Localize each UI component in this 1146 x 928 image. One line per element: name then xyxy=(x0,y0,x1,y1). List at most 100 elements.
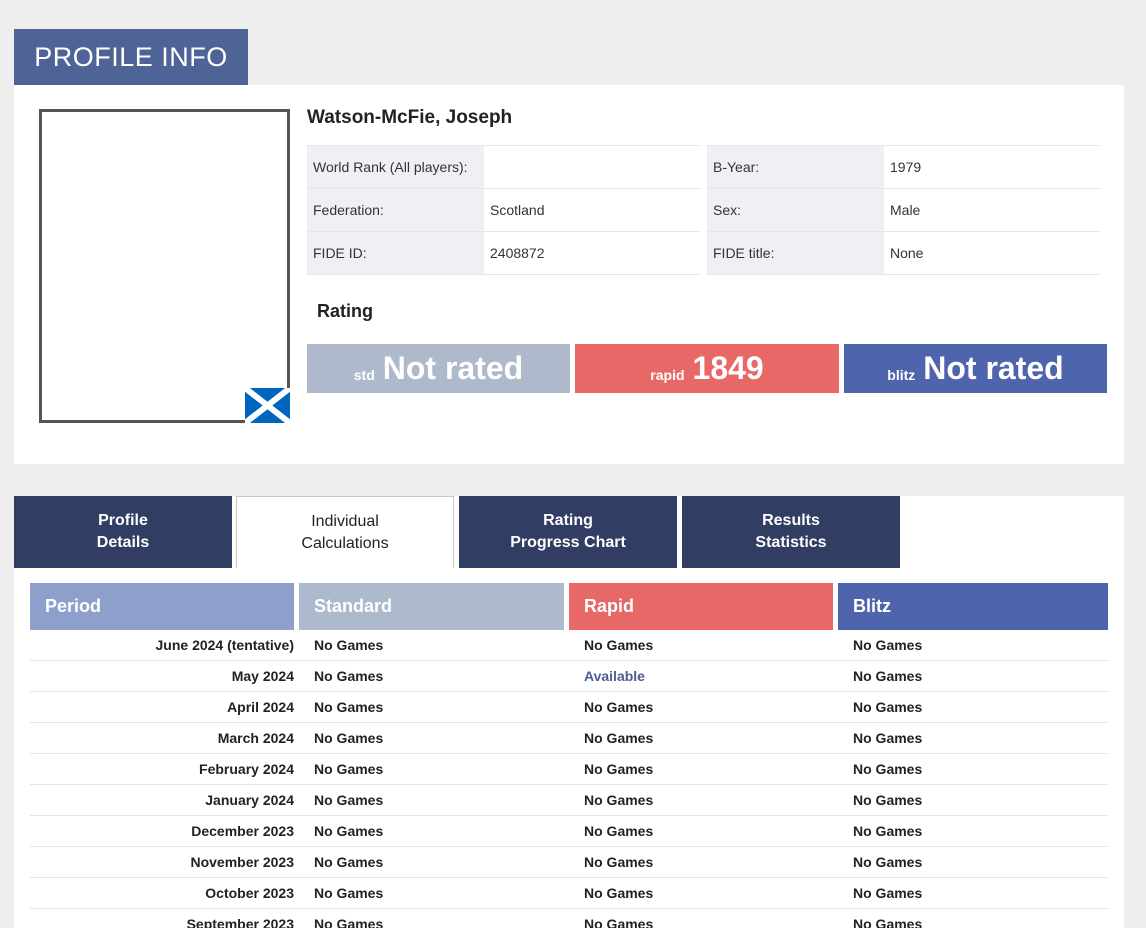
blitz-cell: No Games xyxy=(838,630,1108,661)
rating-blitz-label: blitz xyxy=(887,366,916,383)
rapid-cell: No Games xyxy=(569,909,833,928)
calculations-table: Period Standard Rapid Blitz June 2024 (t… xyxy=(30,583,1108,928)
blitz-cell: No Games xyxy=(838,692,1108,723)
b-year-label: B-Year: xyxy=(707,145,884,189)
tabs-panel: Profile Details Individual Calculations … xyxy=(14,496,1124,928)
header-standard: Standard xyxy=(299,583,564,630)
info-row-fide-title: FIDE title: None xyxy=(707,231,1100,275)
standard-cell: No Games xyxy=(299,692,564,723)
world-rank-value xyxy=(484,145,700,189)
blitz-cell: No Games xyxy=(838,785,1108,816)
standard-cell: No Games xyxy=(299,878,564,909)
rating-blitz-value: Not rated xyxy=(923,350,1064,386)
fide-id-value: 2408872 xyxy=(484,231,700,275)
tab-profile-details-label: Profile Details xyxy=(96,512,150,551)
player-photo xyxy=(39,109,290,423)
fide-id-label: FIDE ID: xyxy=(307,231,484,275)
period-cell: October 2023 xyxy=(30,878,294,909)
rapid-cell: No Games xyxy=(569,630,833,661)
info-row-federation: Federation: Scotland xyxy=(307,188,700,232)
standard-cell: No Games xyxy=(299,723,564,754)
info-table-right: B-Year: 1979 Sex: Male FIDE title: None xyxy=(707,145,1100,275)
info-row-fide-id: FIDE ID: 2408872 xyxy=(307,231,700,275)
tab-individual-calculations-label: Individual Calculations xyxy=(301,512,389,552)
rapid-cell: No Games xyxy=(569,723,833,754)
table-row: May 2024 No Games Available No Games xyxy=(30,661,1108,692)
standard-cell: No Games xyxy=(299,816,564,847)
header-period: Period xyxy=(30,583,294,630)
rapid-cell: No Games xyxy=(569,692,833,723)
blitz-cell: No Games xyxy=(838,847,1108,878)
rapid-available-link[interactable]: Available xyxy=(569,661,833,692)
info-row-sex: Sex: Male xyxy=(707,188,1100,232)
b-year-value: 1979 xyxy=(884,145,1100,189)
period-cell: September 2023 xyxy=(30,909,294,928)
table-row: October 2023 No Games No Games No Games xyxy=(30,878,1108,909)
table-row: January 2024 No Games No Games No Games xyxy=(30,785,1108,816)
info-row-world-rank: World Rank (All players): xyxy=(307,145,700,189)
blitz-cell: No Games xyxy=(838,878,1108,909)
rapid-cell: No Games xyxy=(569,847,833,878)
table-row: March 2024 No Games No Games No Games xyxy=(30,723,1108,754)
standard-cell: No Games xyxy=(299,630,564,661)
period-cell: April 2024 xyxy=(30,692,294,723)
header-blitz: Blitz xyxy=(838,583,1108,630)
period-cell: January 2024 xyxy=(30,785,294,816)
standard-cell: No Games xyxy=(299,754,564,785)
table-header-row: Period Standard Rapid Blitz xyxy=(30,583,1108,630)
fide-title-value: None xyxy=(884,231,1100,275)
table-row: December 2023 No Games No Games No Games xyxy=(30,816,1108,847)
profile-info-header: PROFILE INFO xyxy=(14,29,248,85)
period-cell: November 2023 xyxy=(30,847,294,878)
profile-card: Watson-McFie, Joseph World Rank (All pla… xyxy=(14,85,1124,464)
sex-label: Sex: xyxy=(707,188,884,232)
tab-profile-details[interactable]: Profile Details xyxy=(14,496,232,568)
fide-title-label: FIDE title: xyxy=(707,231,884,275)
rapid-cell: No Games xyxy=(569,754,833,785)
rating-std-value: Not rated xyxy=(382,350,524,386)
scotland-flag-icon xyxy=(243,385,292,426)
federation-label: Federation: xyxy=(307,188,484,232)
period-cell: December 2023 xyxy=(30,816,294,847)
tab-rating-progress-chart[interactable]: Rating Progress Chart xyxy=(459,496,677,568)
blitz-cell: No Games xyxy=(838,816,1108,847)
blitz-cell: No Games xyxy=(838,754,1108,785)
rating-rapid-box: rapid 1849 xyxy=(575,344,839,393)
standard-cell: No Games xyxy=(299,847,564,878)
table-row: June 2024 (tentative) No Games No Games … xyxy=(30,630,1108,661)
period-cell: February 2024 xyxy=(30,754,294,785)
standard-cell: No Games xyxy=(299,909,564,928)
rating-rapid-value: 1849 xyxy=(692,350,764,386)
table-row: April 2024 No Games No Games No Games xyxy=(30,692,1108,723)
blitz-cell: No Games xyxy=(838,661,1108,692)
standard-cell: No Games xyxy=(299,661,564,692)
rating-heading: Rating xyxy=(317,301,373,321)
rating-std-box: std Not rated xyxy=(307,344,570,393)
period-cell: May 2024 xyxy=(30,661,294,692)
federation-value: Scotland xyxy=(484,188,700,232)
header-rapid: Rapid xyxy=(569,583,833,630)
blitz-cell: No Games xyxy=(838,909,1108,928)
rating-rapid-label: rapid xyxy=(650,366,685,383)
table-row: November 2023 No Games No Games No Games xyxy=(30,847,1108,878)
world-rank-label: World Rank (All players): xyxy=(307,145,484,189)
rating-std-label: std xyxy=(353,366,375,383)
blitz-cell: No Games xyxy=(838,723,1108,754)
table-row: September 2023 No Games No Games No Game… xyxy=(30,909,1108,928)
rapid-cell: No Games xyxy=(569,785,833,816)
rating-blitz-box: blitz Not rated xyxy=(844,344,1107,393)
rapid-cell: No Games xyxy=(569,878,833,909)
table-row: February 2024 No Games No Games No Games xyxy=(30,754,1108,785)
player-name: Watson-McFie, Joseph xyxy=(307,107,513,128)
tab-results-statistics[interactable]: Results Statistics xyxy=(682,496,900,568)
tab-results-statistics-label: Results Statistics xyxy=(755,512,827,551)
info-table-left: World Rank (All players): Federation: Sc… xyxy=(307,145,700,275)
rapid-cell: No Games xyxy=(569,816,833,847)
period-cell: March 2024 xyxy=(30,723,294,754)
period-cell: June 2024 (tentative) xyxy=(30,630,294,661)
tab-rating-progress-chart-label: Rating Progress Chart xyxy=(510,512,626,551)
info-row-b-year: B-Year: 1979 xyxy=(707,145,1100,189)
tab-individual-calculations[interactable]: Individual Calculations xyxy=(236,496,454,568)
standard-cell: No Games xyxy=(299,785,564,816)
profile-info-title: PROFILE INFO xyxy=(34,41,228,72)
